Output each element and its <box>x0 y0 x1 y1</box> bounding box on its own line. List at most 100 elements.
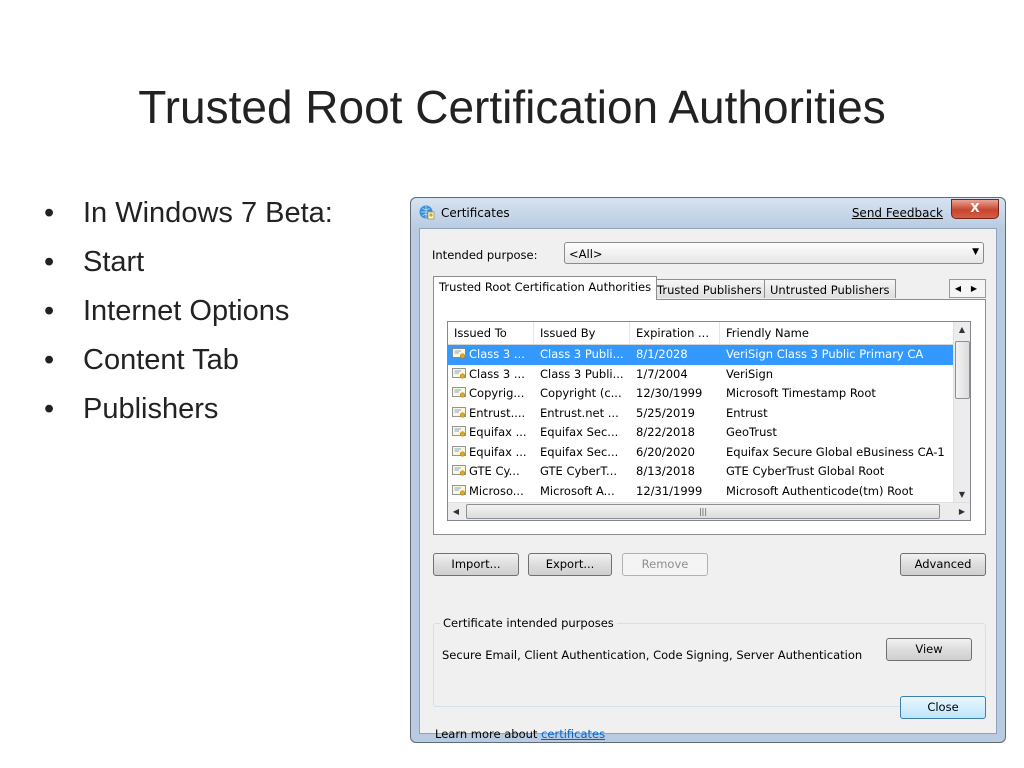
bullet-marker: • <box>44 295 55 327</box>
remove-button[interactable]: Remove <box>622 553 708 576</box>
cell-expiration: 8/13/2018 <box>636 464 695 478</box>
certificate-manager-icon <box>419 205 435 220</box>
cell-issued-by: Entrust.net ... <box>540 405 619 420</box>
intended-purpose-select[interactable]: <All> ▼ <box>564 242 984 264</box>
cell-expiration: 1/7/2004 <box>636 366 688 381</box>
chevron-left-icon[interactable]: ◀ <box>950 280 966 297</box>
cell-friendly-name: Microsoft Timestamp Root <box>726 386 876 400</box>
cell-friendly-name: GeoTrust <box>726 425 777 439</box>
scroll-right-icon[interactable]: ▶ <box>954 503 970 520</box>
cell-expiration: 6/20/2020 <box>636 444 695 459</box>
bullet-item: • Content Tab <box>44 343 364 377</box>
tab-panel: Issued To Issued By Expiration ... Frien… <box>433 299 986 535</box>
column-header-expiration[interactable]: Expiration ... <box>630 322 720 344</box>
certificates-link[interactable]: certificates <box>541 727 605 741</box>
cell-issued-to: Equifax ... <box>469 425 527 439</box>
chevron-right-icon[interactable]: ▶ <box>966 280 982 297</box>
cell-issued-by: Class 3 Publi... <box>540 347 624 361</box>
tab-scroll-buttons: ◀ ▶ <box>949 279 986 298</box>
table-row[interactable]: Class 3 ... Class 3 Publi... 8/1/2028 VeriS… <box>448 345 956 365</box>
cell-issued-by: Class 3 Publi... <box>540 366 624 381</box>
table-row[interactable]: GTE Cy... GTE CyberT... 8/13/2018 GTE Cyber… <box>448 462 956 482</box>
cell-issued-to: Microso... <box>469 483 524 498</box>
cell-expiration: 8/22/2018 <box>636 425 695 439</box>
bullet-text: Start <box>83 246 145 278</box>
bullet-marker: • <box>44 344 55 376</box>
close-window-button[interactable]: X <box>951 199 999 219</box>
table-row[interactable]: Equifax ... Equifax Sec... 8/22/2018 GeoTru… <box>448 423 956 443</box>
cell-issued-to: Copyrig... <box>469 386 525 400</box>
bullet-item: • Internet Options <box>44 294 364 328</box>
scroll-left-icon[interactable]: ◀ <box>448 503 464 520</box>
certificate-icon <box>452 387 466 399</box>
dialog-client-area: Intended purpose: <All> ▼ Trusted Root C… <box>419 228 997 741</box>
column-header-issued-by[interactable]: Issued By <box>534 322 630 344</box>
cell-friendly-name: Equifax Secure Global eBusiness CA-1 <box>726 444 945 459</box>
table-row[interactable]: Class 3 ... Class 3 Publi... 1/7/2004 VeriS… <box>448 365 956 385</box>
certificate-purposes-group: Certificate intended purposes Secure Ema… <box>433 616 986 707</box>
certificate-icon <box>452 445 466 458</box>
table-row[interactable]: Entrust.... Entrust.net ... 5/25/2019 Entru… <box>448 404 956 424</box>
table-row[interactable]: Copyrig... Copyright (c... 12/30/1999 Micro… <box>448 384 956 404</box>
certificate-icon <box>452 367 466 380</box>
bullet-marker: • <box>44 246 55 278</box>
cell-issued-by: Microsoft A... <box>540 483 615 498</box>
cell-issued-to: GTE Cy... <box>469 464 520 478</box>
view-button[interactable]: View <box>886 638 972 661</box>
bullet-text: Content Tab <box>83 344 239 376</box>
title-bar[interactable]: Certificates Send Feedback X <box>411 198 1005 228</box>
send-feedback-link[interactable]: Send Feedback <box>852 206 943 220</box>
import-button[interactable]: Import... <box>433 553 519 576</box>
bullet-text: Publishers <box>83 393 219 425</box>
cell-friendly-name: Entrust <box>726 405 768 420</box>
intended-purpose-label: Intended purpose: <box>432 248 538 262</box>
vertical-scroll-thumb[interactable] <box>955 341 970 399</box>
certificate-list[interactable]: Issued To Issued By Expiration ... Frien… <box>447 321 971 521</box>
bullet-marker: • <box>44 393 55 425</box>
cell-issued-to: Entrust.... <box>469 405 526 420</box>
bullet-item: • In Windows 7 Beta: <box>44 196 364 230</box>
horizontal-scrollbar[interactable]: ◀ ||| ▶ <box>448 502 970 520</box>
learn-more: Learn more about certificates <box>435 727 605 741</box>
close-icon: X <box>970 201 980 215</box>
certificate-icon <box>452 465 466 477</box>
dialog-title: Certificates <box>441 206 510 220</box>
cell-expiration: 12/31/1999 <box>636 483 703 498</box>
table-row[interactable]: Microso... Microsoft A... 12/31/1999 Micros… <box>448 482 956 502</box>
certificates-dialog: Certificates Send Feedback X Intended pu… <box>410 197 1006 743</box>
slide-title: Trusted Root Certification Authorities <box>138 81 886 133</box>
certificate-icon <box>452 426 466 438</box>
cell-issued-to: Class 3 ... <box>469 366 525 381</box>
cell-expiration: 5/25/2019 <box>636 405 695 420</box>
column-header-issued-to[interactable]: Issued To <box>448 322 534 344</box>
scroll-down-icon[interactable]: ▼ <box>954 487 970 503</box>
cell-expiration: 12/30/1999 <box>636 386 703 400</box>
cell-issued-to: Class 3 ... <box>469 347 525 361</box>
tab-untrusted-publishers[interactable]: Untrusted Publishers <box>764 279 896 298</box>
bullet-marker: • <box>44 197 55 229</box>
horizontal-scroll-thumb[interactable]: ||| <box>466 504 940 519</box>
close-button[interactable]: Close <box>900 696 986 719</box>
cell-friendly-name: GTE CyberTrust Global Root <box>726 464 885 478</box>
column-header-friendly-name[interactable]: Friendly Name <box>720 322 956 344</box>
bullet-text: In Windows 7 Beta: <box>83 197 333 229</box>
cell-issued-by: GTE CyberT... <box>540 464 618 478</box>
intended-purpose-value: <All> <box>569 247 603 261</box>
table-row[interactable]: Equifax ... Equifax Sec... 6/20/2020 Equifa… <box>448 443 956 463</box>
vertical-scrollbar[interactable]: ▲ ▼ <box>953 322 970 503</box>
export-button[interactable]: Export... <box>528 553 612 576</box>
cell-expiration: 8/1/2028 <box>636 347 688 361</box>
certificate-icon <box>452 484 466 497</box>
cell-issued-by: Equifax Sec... <box>540 444 619 459</box>
scroll-up-icon[interactable]: ▲ <box>954 322 970 338</box>
certificate-icon <box>452 406 466 419</box>
purposes-group-title: Certificate intended purposes <box>440 616 617 630</box>
cell-issued-to: Equifax ... <box>469 444 527 459</box>
cell-issued-by: Equifax Sec... <box>540 425 619 439</box>
tab-trusted-root[interactable]: Trusted Root Certification Authorities <box>433 276 658 300</box>
advanced-button[interactable]: Advanced <box>900 553 986 576</box>
bullet-text: Internet Options <box>83 295 290 327</box>
bullet-list: • In Windows 7 Beta: • Start • Internet Opt… <box>44 196 364 441</box>
cell-friendly-name: VeriSign Class 3 Public Primary CA <box>726 347 924 361</box>
tab-trusted-publishers[interactable]: Trusted Publishers <box>651 279 768 298</box>
